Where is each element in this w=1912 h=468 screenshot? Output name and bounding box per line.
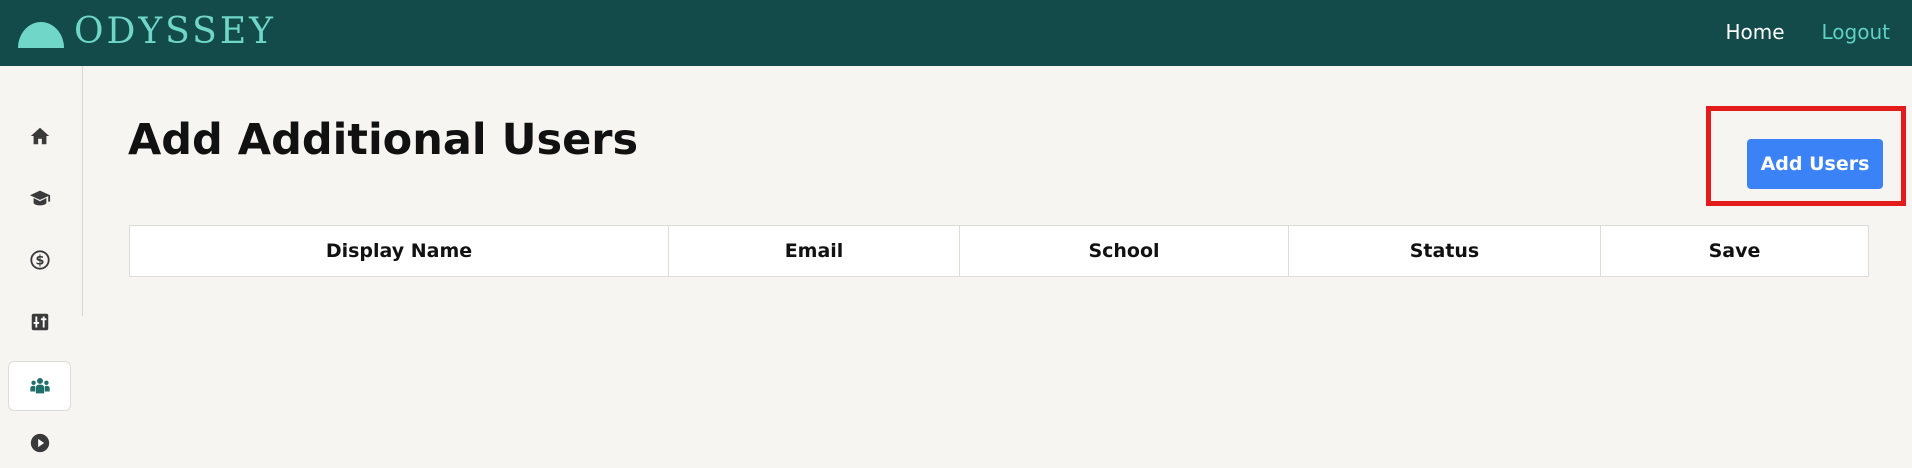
play-circle-icon: [30, 433, 49, 453]
graduation-cap-icon: [29, 190, 50, 206]
sliders-icon: [31, 313, 48, 331]
sidebar-item-users[interactable]: [8, 361, 71, 411]
sidebar-divider: [82, 66, 83, 316]
top-nav: Home Logout: [1725, 20, 1890, 44]
sidebar: $: [0, 66, 83, 461]
add-users-button[interactable]: Add Users: [1747, 139, 1883, 189]
sidebar-item-education[interactable]: [8, 173, 71, 223]
table-header-row: Display Name Email School Status Save: [129, 225, 1869, 277]
logo-text: ODYSSEY: [74, 11, 276, 52]
logo-dome-icon: [18, 22, 64, 48]
dollar-circle-icon: $: [29, 250, 50, 270]
column-header-email: Email: [668, 225, 960, 277]
page-title: Add Additional Users: [128, 115, 639, 165]
home-icon: [30, 127, 49, 145]
users-icon: [29, 378, 50, 394]
column-header-school: School: [959, 225, 1289, 277]
top-navbar: ODYSSEY Home Logout: [0, 0, 1912, 66]
sidebar-item-finance[interactable]: $: [8, 235, 71, 285]
logo[interactable]: ODYSSEY: [18, 14, 276, 50]
column-header-display-name: Display Name: [129, 225, 669, 277]
sidebar-item-home[interactable]: [8, 111, 71, 161]
users-table: Display Name Email School Status Save: [129, 225, 1869, 277]
nav-logout-link[interactable]: Logout: [1822, 20, 1890, 44]
column-header-status: Status: [1288, 225, 1601, 277]
svg-text:$: $: [35, 254, 44, 269]
sidebar-item-settings[interactable]: [8, 297, 71, 347]
nav-home-link[interactable]: Home: [1725, 20, 1784, 44]
column-header-save: Save: [1600, 225, 1869, 277]
